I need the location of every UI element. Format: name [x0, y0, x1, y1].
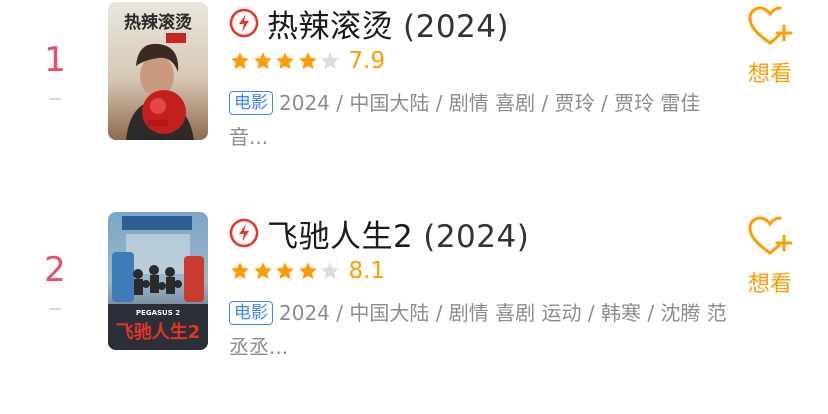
release-year: (2024): [423, 218, 530, 255]
heart-plus-icon: [748, 6, 793, 45]
title-row[interactable]: 飞驰人生2 (2024): [229, 211, 529, 256]
rating-score: 8.1: [348, 258, 386, 284]
movie-title: 热辣滚烫 (2024): [267, 1, 509, 46]
type-badge: 电影: [229, 301, 273, 325]
movie-ranking-list: 1 热辣滚烫 热辣滚烫 (2024) 7.9 电影 2024 / 中国大陆 / …: [0, 0, 828, 414]
star-icon: [253, 262, 272, 279]
poster-title-art: 热辣滚烫: [124, 12, 193, 33]
star-icon: [298, 262, 317, 279]
star-rating: [229, 50, 342, 72]
rating-score: 7.9: [348, 48, 386, 74]
rank-trend-dash: [49, 98, 61, 100]
poster-title-art: 飞驰人生2: [116, 321, 201, 343]
title-text: 热辣滚烫: [267, 8, 393, 45]
meta-text: 2024 / 中国大陆 / 剧情 喜剧 运动 / 韩寒 / 沈腾 范丞丞...: [229, 301, 727, 359]
want-to-watch-button[interactable]: 想看: [738, 4, 802, 88]
movie-poster[interactable]: PEGASUS 2 飞驰人生2: [108, 212, 208, 350]
star-icon: [276, 52, 294, 69]
star-rating: [229, 260, 342, 282]
movie-poster[interactable]: 热辣滚烫: [108, 2, 208, 140]
movie-title: 飞驰人生2 (2024): [267, 211, 529, 256]
rank-number: 1: [44, 40, 66, 80]
star-icon: [231, 52, 249, 69]
list-item[interactable]: 2 PEGASUS 2 飞驰人生2 飞驰人生2 (2024) 8.1 电影 20…: [0, 210, 828, 370]
star-icon: [253, 52, 272, 69]
list-item[interactable]: 1 热辣滚烫 热辣滚烫 (2024) 7.9 电影 2024 / 中国大陆 / …: [0, 0, 828, 160]
release-year: (2024): [403, 8, 510, 45]
star-icon: [276, 262, 294, 279]
heart-plus-icon: [748, 216, 793, 255]
want-to-watch-button[interactable]: 想看: [738, 214, 802, 298]
rank-trend-dash: [49, 308, 61, 310]
title-text: 飞驰人生2: [267, 218, 414, 255]
want-label: 想看: [747, 272, 792, 297]
rating-row: 8.1: [229, 256, 385, 286]
star-icon: [231, 262, 249, 279]
star-icon: [321, 52, 339, 69]
poster-subtitle: PEGASUS 2: [136, 309, 180, 317]
rank-number: 2: [44, 250, 66, 290]
movie-meta: 电影 2024 / 中国大陆 / 剧情 喜剧 / 贾玲 / 贾玲 雷佳音...: [229, 86, 733, 154]
type-badge: 电影: [229, 91, 273, 115]
movie-meta: 电影 2024 / 中国大陆 / 剧情 喜剧 运动 / 韩寒 / 沈腾 范丞丞..…: [229, 296, 733, 364]
play-circle-icon: [229, 8, 259, 38]
play-circle-icon: [229, 218, 259, 248]
title-row[interactable]: 热辣滚烫 (2024): [229, 1, 509, 46]
rating-row: 7.9: [229, 46, 385, 76]
meta-text: 2024 / 中国大陆 / 剧情 喜剧 / 贾玲 / 贾玲 雷佳音...: [229, 91, 701, 149]
star-icon: [298, 52, 317, 69]
star-icon: [321, 262, 339, 279]
want-label: 想看: [747, 62, 792, 87]
